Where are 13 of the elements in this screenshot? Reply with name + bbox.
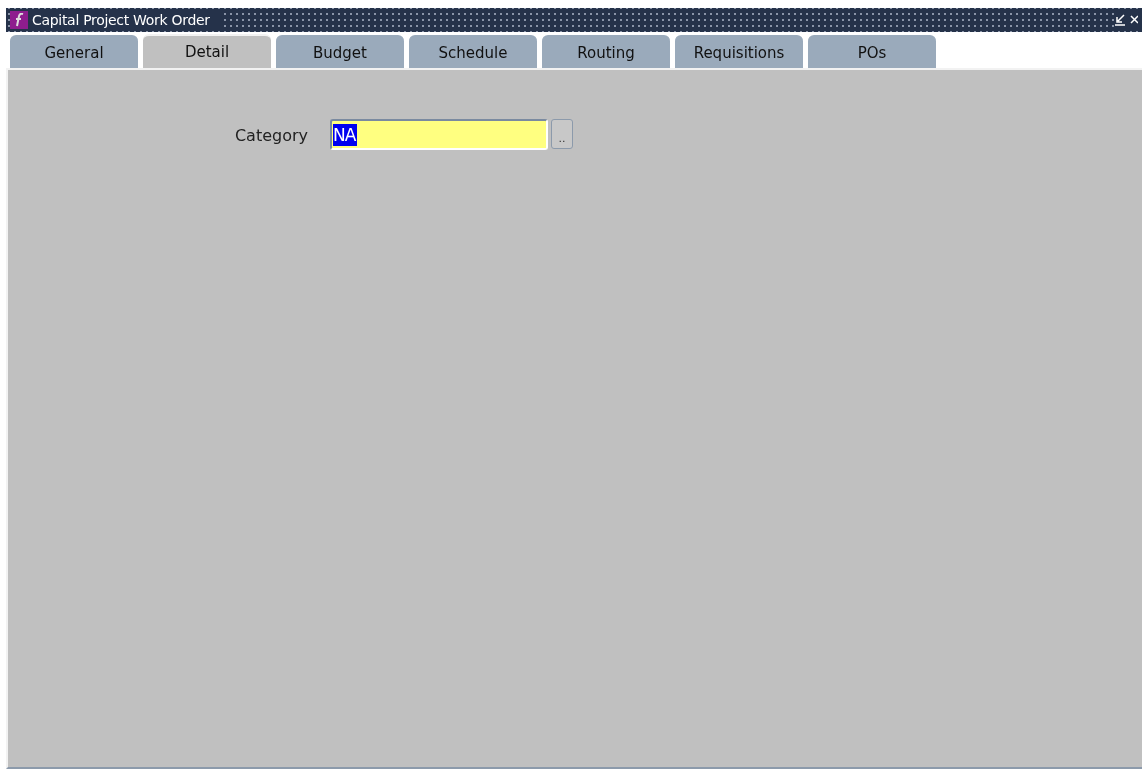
tab[interactable]: Detail (143, 34, 271, 68)
window-title: Capital Project Work Order (32, 12, 220, 28)
tab[interactable]: POs (808, 35, 936, 68)
list-of-values-button[interactable]: .. (551, 119, 573, 149)
category-field[interactable]: NA (330, 119, 548, 150)
tab[interactable]: Schedule (409, 35, 537, 68)
app-logo-icon (10, 11, 28, 29)
tab[interactable]: Routing (542, 35, 670, 68)
tab[interactable]: General (10, 35, 138, 68)
close-icon[interactable] (1130, 13, 1138, 27)
tab[interactable]: Budget (276, 35, 404, 68)
tab[interactable]: Requisitions (675, 35, 803, 68)
category-label: Category (233, 126, 308, 145)
